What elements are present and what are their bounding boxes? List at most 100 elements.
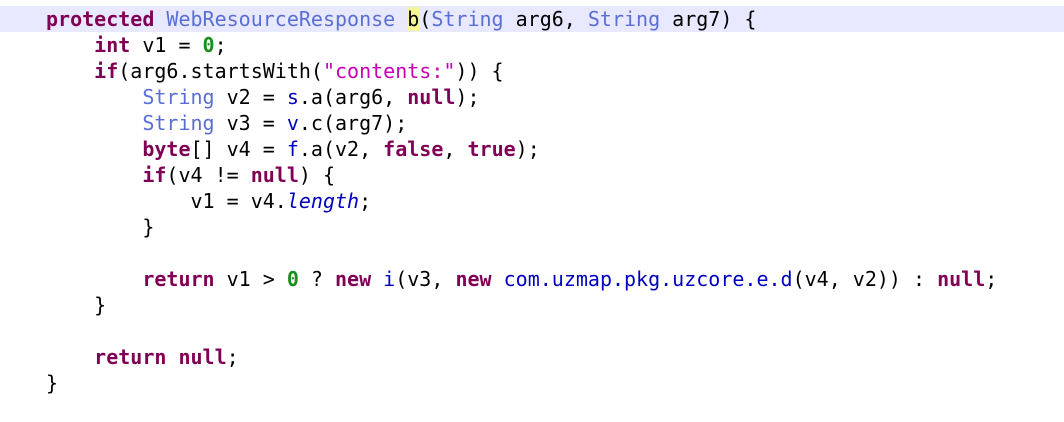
code-token: byte <box>142 137 191 161</box>
code-token: ); <box>515 137 540 161</box>
code-token: i <box>383 267 396 291</box>
code-token: true <box>467 137 516 161</box>
code-token: arg6, <box>503 7 588 31</box>
code-line[interactable]: String v2 = s.a(arg6, null); <box>0 84 1064 110</box>
code-token: (arg6.startsWith( <box>118 59 323 83</box>
code-token: [] v4 = <box>190 137 287 161</box>
code-line-text: if(v4 != null) { <box>46 162 335 188</box>
code-token: null <box>937 267 986 291</box>
code-token: String <box>587 7 661 31</box>
code-line[interactable]: } <box>0 214 1064 240</box>
code-token: String <box>142 111 215 135</box>
code-line-text: if(arg6.startsWith("contents:")) { <box>46 58 504 84</box>
code-line-text: String v2 = s.a(arg6, null); <box>46 84 480 110</box>
code-token: protected <box>46 7 155 31</box>
code-line[interactable]: int v1 = 0; <box>0 32 1064 58</box>
code-token: v <box>286 111 299 135</box>
code-line[interactable]: String v3 = v.c(arg7); <box>0 110 1064 136</box>
code-token: (v3, <box>395 267 456 291</box>
code-token: ; <box>985 267 998 291</box>
code-line-text: protected WebResourceResponse b(String a… <box>46 6 756 32</box>
code-token: } <box>94 293 107 317</box>
code-token: } <box>142 215 155 239</box>
code-token: v1 = <box>130 33 203 57</box>
code-token: .c(arg7); <box>298 111 408 135</box>
code-token: b <box>407 7 420 31</box>
code-token: int <box>94 33 131 57</box>
code-token: new <box>335 267 372 291</box>
code-token: ; <box>359 189 372 213</box>
code-token: ; <box>226 345 239 369</box>
code-editor[interactable]: protected WebResourceResponse b(String a… <box>0 0 1064 422</box>
code-token: null <box>178 345 227 369</box>
code-token: if <box>142 163 167 187</box>
code-token: 0 <box>286 267 299 291</box>
code-line-text: } <box>46 292 106 318</box>
code-token: new <box>455 267 492 291</box>
code-token: String <box>142 85 215 109</box>
code-line[interactable]: return null; <box>0 344 1064 370</box>
code-line[interactable]: byte[] v4 = f.a(v2, false, true); <box>0 136 1064 162</box>
code-token: )) { <box>455 59 504 83</box>
code-line-text: return null; <box>46 344 239 370</box>
code-token: ) { <box>298 163 336 187</box>
code-token: return <box>142 267 215 291</box>
code-token: WebResourceResponse <box>166 7 396 31</box>
code-token: (v4, v2)) : <box>792 267 938 291</box>
code-token: s <box>286 85 299 109</box>
code-line[interactable] <box>0 318 1064 344</box>
code-token: false <box>383 137 444 161</box>
code-token: String <box>431 7 504 31</box>
code-line[interactable]: if(v4 != null) { <box>0 162 1064 188</box>
code-line[interactable]: protected WebResourceResponse b(String a… <box>0 6 1064 32</box>
code-token: (v4 != <box>166 163 251 187</box>
code-token: , <box>443 137 468 161</box>
code-token: .a(arg6, <box>298 85 408 109</box>
code-token: if <box>94 59 119 83</box>
code-line-text: } <box>46 370 58 396</box>
code-token: .a(v2, <box>298 137 384 161</box>
code-token: v1 = v4. <box>190 189 287 213</box>
code-token: null <box>407 85 456 109</box>
code-line[interactable]: } <box>0 370 1064 396</box>
code-token: ( <box>419 7 432 31</box>
code-token: 0 <box>202 33 215 57</box>
code-line[interactable] <box>0 240 1064 266</box>
code-line[interactable]: v1 = v4.length; <box>0 188 1064 214</box>
code-line-text: v1 = v4.length; <box>46 188 372 214</box>
code-line-text: int v1 = 0; <box>46 32 227 58</box>
code-token: v1 > <box>214 267 287 291</box>
code-line-text: byte[] v4 = f.a(v2, false, true); <box>46 136 540 162</box>
code-token: ; <box>214 33 227 57</box>
code-token: } <box>46 371 59 395</box>
code-line[interactable]: } <box>0 292 1064 318</box>
code-line[interactable]: if(arg6.startsWith("contents:")) { <box>0 58 1064 84</box>
code-token: "contents:" <box>322 59 456 83</box>
code-line-text: } <box>46 214 154 240</box>
code-line-text: String v3 = v.c(arg7); <box>46 110 407 136</box>
code-line[interactable]: return v1 > 0 ? new i(v3, new com.uzmap.… <box>0 266 1064 292</box>
code-token: return <box>94 345 167 369</box>
code-token: ); <box>455 85 480 109</box>
code-token: null <box>250 163 299 187</box>
code-token: v3 = <box>214 111 287 135</box>
code-token: f <box>286 137 299 161</box>
code-token: com.uzmap.pkg.uzcore.e.d <box>503 267 793 291</box>
code-token: ? <box>298 267 335 291</box>
